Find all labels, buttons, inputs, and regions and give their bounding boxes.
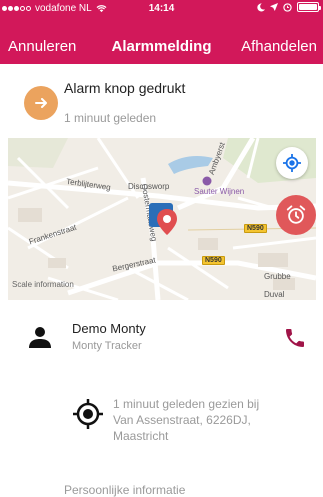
map-label-duval: Duval	[264, 290, 285, 299]
alarm-clock-icon	[283, 2, 292, 12]
personal-info-section-title: Persoonlijke informatie	[64, 483, 186, 497]
poi-wine-icon	[202, 176, 212, 186]
map-scale-info: Scale information	[12, 280, 74, 289]
phone-icon[interactable]	[283, 326, 307, 350]
alarm-time: 1 minuut geleden	[64, 111, 157, 125]
status-bar: vodafone NL 14:14	[0, 0, 323, 20]
alarm-clock-icon	[286, 205, 306, 224]
alarm-clock-button[interactable]	[276, 195, 316, 235]
person-device: Monty Tracker	[72, 340, 142, 352]
gps-location-icon	[73, 399, 103, 429]
last-seen-address: Van Assenstraat, 6226DJ,	[113, 413, 251, 427]
person-icon	[29, 327, 51, 348]
map-view[interactable]: Terblijterweg Discusworp Sauter Wijnen A…	[8, 138, 316, 300]
location-arrow-icon	[270, 3, 278, 11]
map-pin-icon[interactable]	[156, 208, 178, 236]
alarm-title: Alarm knop gedrukt	[64, 80, 186, 96]
moon-icon	[257, 2, 265, 11]
navigation-bar: Annuleren Alarmmelding Afhandelen	[0, 32, 323, 60]
alarm-button-icon	[35, 98, 47, 108]
locate-button[interactable]	[276, 147, 308, 179]
header-bar: vodafone NL 14:14 Annuleren Alarmmelding	[0, 0, 323, 64]
last-seen-time: 1 minuut geleden gezien bij	[113, 397, 260, 411]
map-road-badge-n590: N590	[244, 224, 267, 233]
battery-icon	[297, 2, 321, 12]
last-seen-city: Maastricht	[113, 429, 169, 443]
handle-button[interactable]: Afhandelen	[241, 38, 317, 55]
alarm-type-icon	[24, 86, 58, 120]
map-label-sauter-wijnen: Sauter Wijnen	[194, 187, 245, 196]
map-road-badge-n590-2: N590	[202, 256, 225, 265]
person-name: Demo Monty	[72, 321, 146, 336]
last-seen-text: 1 minuut geleden gezien bij Van Assenstr…	[113, 396, 259, 444]
crosshair-icon	[283, 154, 301, 172]
map-label-grubbe: Grubbe	[264, 272, 291, 281]
cancel-button[interactable]: Annuleren	[8, 38, 76, 55]
